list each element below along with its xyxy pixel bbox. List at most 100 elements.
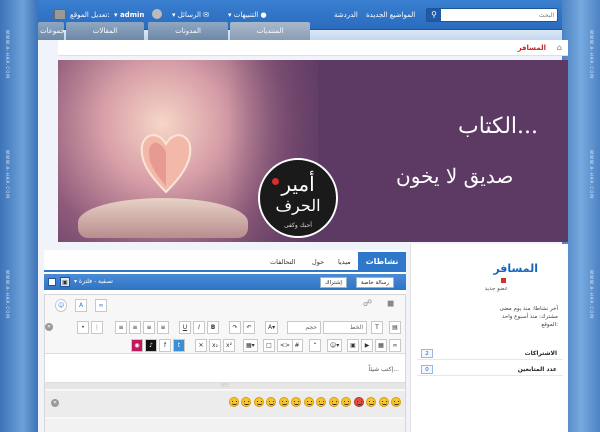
send-message-button[interactable]: رسالة خاصة — [356, 277, 395, 288]
smiley-mouth — [231, 403, 237, 405]
username: admin — [119, 11, 145, 19]
subscript-icon[interactable]: x₂ — [209, 339, 221, 352]
tab-activity[interactable]: نشاطات — [358, 252, 406, 272]
smiley-option-icon[interactable] — [241, 397, 251, 407]
font-color-icon[interactable]: A — [75, 299, 87, 312]
facebook-icon[interactable]: f — [159, 339, 171, 352]
stat-label: الاشتراكات — [524, 350, 557, 357]
smiley-option-icon[interactable] — [328, 397, 339, 407]
code-icon[interactable]: <> — [277, 339, 294, 352]
smiley-mouth — [394, 403, 399, 405]
smiley-eyes — [244, 401, 249, 402]
superscript-icon[interactable]: x² — [223, 339, 235, 352]
smiley-option-icon[interactable] — [341, 397, 351, 407]
source-icon[interactable]: ▤ — [389, 321, 401, 334]
tab-alliances[interactable]: التحالفات — [270, 258, 295, 266]
smiley-mouth — [269, 403, 274, 405]
underline-icon[interactable]: U — [179, 321, 191, 334]
location-box[interactable] — [54, 9, 66, 20]
ordered-list-icon[interactable]: ⋮ — [91, 321, 103, 334]
new-topics-link[interactable]: المواضيع الجديدة — [366, 0, 415, 30]
breadcrumb-current[interactable]: المسافر — [518, 44, 546, 52]
unordered-list-icon[interactable]: • — [77, 321, 89, 334]
smiley-eyes — [356, 401, 362, 402]
redo-icon[interactable]: ↷ — [229, 321, 241, 334]
smiley-option-icon[interactable] — [366, 397, 376, 407]
resize-grip[interactable]: ⁝⁝⁝⁝⁝ — [45, 383, 405, 389]
search-input[interactable] — [439, 9, 557, 21]
emoji-dropdown[interactable]: ☺▾ — [327, 339, 343, 352]
filter-dropdown[interactable]: ▾ تصفية - فلترة — [74, 278, 113, 285]
side-watermark: WWW.A-HAR.COM — [589, 150, 594, 199]
composer-top-tools: ☺ A ∞ — [53, 297, 403, 312]
size-select[interactable]: حجم — [287, 321, 321, 334]
home-icon[interactable]: ⌂ — [557, 43, 562, 52]
tiktok-icon[interactable]: ♪ — [145, 339, 157, 352]
undo-icon[interactable]: ↶ — [243, 321, 255, 334]
smiley-icon[interactable]: ☺ — [55, 299, 68, 312]
profile-name[interactable]: المسافر — [493, 262, 538, 275]
last-activity: آخر نشاطا: منذ يوم مضى — [499, 306, 558, 312]
bold-icon[interactable]: B — [207, 321, 219, 334]
side-watermark: WWW.A-HAR.COM — [5, 270, 10, 319]
subscribe-button[interactable]: إشتراك — [320, 277, 347, 288]
user-avatar-icon[interactable] — [152, 9, 162, 19]
smiley-mouth — [294, 403, 299, 405]
book-image — [78, 198, 248, 238]
composer-editor[interactable]: إكتب شيئاً... — [45, 353, 405, 383]
smiley-option-icon[interactable] — [391, 397, 401, 407]
align-right-icon[interactable]: ≡ — [157, 321, 169, 334]
table-dropdown[interactable]: ▦▾ — [243, 339, 258, 352]
smiley-mouth — [344, 403, 349, 405]
smiley-option-icon[interactable] — [316, 397, 326, 407]
smiley-option-icon[interactable] — [278, 397, 289, 407]
stat-subscriptions[interactable]: الاشتراكات 2 — [417, 348, 563, 360]
tab-articles[interactable]: المقالات — [66, 22, 144, 40]
stat-followers[interactable]: عدد المتابعين 0 — [417, 364, 563, 376]
smiley-option-icon[interactable] — [378, 397, 389, 407]
select-checkbox[interactable] — [48, 278, 56, 286]
tab-blogs[interactable]: المدونات — [148, 22, 228, 40]
align-left-icon[interactable]: ≡ — [129, 321, 141, 334]
close-icon[interactable]: ✕ — [51, 399, 59, 407]
align-center-icon[interactable]: ≡ — [143, 321, 155, 334]
remove-format-icon[interactable]: T — [371, 321, 383, 334]
smiley-eyes — [269, 401, 274, 402]
filter-icon[interactable]: ▣ — [60, 277, 70, 287]
composer-placeholder: إكتب شيئاً... — [368, 366, 399, 373]
twitter-icon[interactable]: t — [173, 339, 185, 352]
smiley-option-icon[interactable] — [266, 397, 276, 407]
smiley-option-icon[interactable] — [303, 397, 314, 407]
side-watermark: WWW.A-HAR.COM — [5, 30, 10, 79]
logo-line2: الحرف — [275, 196, 321, 215]
smiley-mouth — [306, 403, 312, 405]
tab-about[interactable]: حول — [312, 258, 324, 266]
smiley-option-icon[interactable] — [291, 397, 301, 407]
image-icon[interactable]: ▦ — [375, 339, 387, 352]
strikethrough-icon[interactable]: ✕ — [195, 339, 207, 352]
profile-sidebar: المسافر عضو جديد آخر نشاطا: منذ يوم مضى … — [410, 244, 568, 432]
link-icon[interactable]: ∞ — [95, 299, 107, 312]
side-watermark: WWW.A-HAR.COM — [589, 270, 594, 319]
tab-media[interactable]: ميديا — [338, 258, 351, 266]
spoiler-icon[interactable]: □ — [263, 339, 275, 352]
tab-groups[interactable]: المجموعات — [38, 22, 64, 40]
font-select[interactable]: الخط — [323, 321, 367, 334]
tab-forums[interactable]: المنتديات — [230, 22, 310, 40]
font-color-dropdown[interactable]: A▾ — [265, 321, 279, 334]
smiley-mouth — [369, 403, 374, 405]
chat-link[interactable]: الدردشة — [334, 0, 358, 30]
smiley-option-icon[interactable] — [353, 397, 364, 407]
smiley-option-icon[interactable] — [228, 397, 239, 407]
justify-icon[interactable]: ≡ — [115, 321, 127, 334]
close-icon[interactable]: ✕ — [45, 323, 53, 331]
link-insert-icon[interactable]: ∞ — [389, 339, 401, 352]
gallery-icon[interactable]: ▣ — [347, 339, 359, 352]
smiley-bar: ✕ — [45, 391, 405, 417]
smiley-option-icon[interactable] — [253, 397, 264, 407]
quote-icon[interactable]: “ — [309, 339, 321, 352]
video-icon[interactable]: ▶ — [361, 339, 373, 352]
italic-icon[interactable]: I — [193, 321, 205, 334]
heart-icon — [140, 134, 192, 194]
instagram-icon[interactable]: ◉ — [131, 339, 143, 352]
